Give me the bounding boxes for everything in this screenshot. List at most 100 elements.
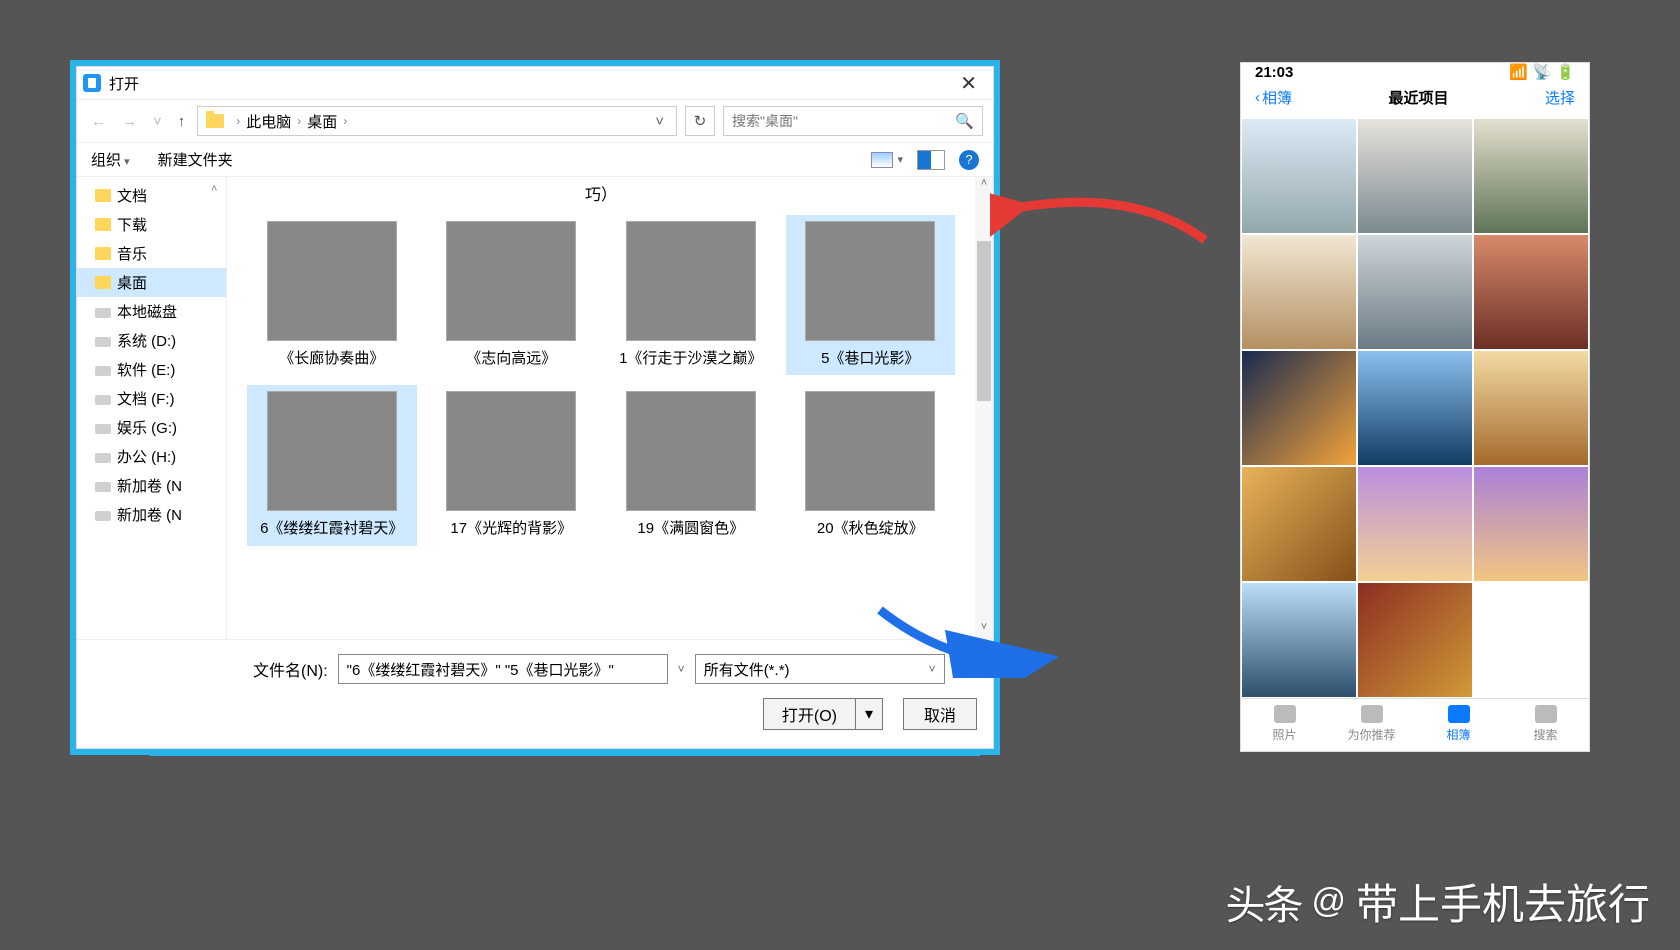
view-mode-button[interactable]: ▾ bbox=[871, 152, 903, 168]
file-item[interactable]: 17《光辉的背影》 bbox=[427, 385, 597, 545]
open-button-dropdown[interactable]: ▾ bbox=[856, 704, 882, 724]
preview-pane-toggle[interactable] bbox=[917, 150, 945, 170]
photo-cell[interactable] bbox=[1473, 234, 1589, 350]
tab-照片[interactable]: 照片 bbox=[1241, 699, 1328, 747]
search-input[interactable] bbox=[732, 113, 955, 129]
filename-input[interactable] bbox=[338, 654, 668, 684]
chevron-right-icon: › bbox=[291, 114, 307, 128]
tab-为你推荐[interactable]: 为你推荐 bbox=[1328, 699, 1415, 747]
help-button[interactable]: ? bbox=[959, 150, 979, 170]
photo-cell[interactable] bbox=[1241, 466, 1357, 582]
chevron-left-icon: ‹ bbox=[1255, 89, 1260, 106]
file-item[interactable]: 19《满圆窗色》 bbox=[606, 385, 776, 545]
back-button[interactable]: ‹ 相簿 bbox=[1255, 87, 1292, 108]
sidebar-item[interactable]: 系统 (D:) bbox=[77, 326, 226, 355]
phone-photos-app: 21:03 📶 📡 🔋 ‹ 相簿 最近项目 选择 照片为你推荐相簿搜索 bbox=[1240, 62, 1590, 752]
file-item[interactable]: 《志向高远》 bbox=[427, 215, 597, 375]
sidebar-item-label: 新加卷 (N bbox=[117, 504, 182, 525]
sidebar-scroll-up[interactable]: ˄ bbox=[211, 183, 225, 195]
file-label: 《长廊协奏曲》 bbox=[279, 349, 384, 369]
photo-cell[interactable] bbox=[1473, 350, 1589, 466]
sidebar-item-label: 文档 (F:) bbox=[117, 388, 175, 409]
file-item[interactable]: 6《缕缕红霞衬碧天》 bbox=[247, 385, 417, 545]
sidebar-item-label: 桌面 bbox=[117, 272, 147, 293]
sidebar-item[interactable]: 本地磁盘 bbox=[77, 297, 226, 326]
photo-cell[interactable] bbox=[1357, 234, 1473, 350]
file-thumbnail bbox=[805, 221, 935, 341]
tab-搜索[interactable]: 搜索 bbox=[1502, 699, 1589, 747]
battery-icon: 🔋 bbox=[1556, 63, 1575, 81]
sidebar-item[interactable]: 新加卷 (N bbox=[77, 471, 226, 500]
tab-label: 照片 bbox=[1272, 726, 1296, 743]
file-label: 17《光辉的背影》 bbox=[450, 519, 572, 539]
photo-cell[interactable] bbox=[1357, 466, 1473, 582]
sidebar-item[interactable]: 新加卷 (N bbox=[77, 500, 226, 529]
file-item[interactable]: 5《巷口光影》 bbox=[786, 215, 956, 375]
select-button[interactable]: 选择 bbox=[1545, 87, 1575, 108]
nav-up-button[interactable]: ↑ bbox=[174, 113, 190, 130]
new-folder-button[interactable]: 新建文件夹 bbox=[158, 149, 233, 170]
photo-cell[interactable] bbox=[1473, 118, 1589, 234]
photo-cell[interactable] bbox=[1473, 466, 1589, 582]
nav-back-button[interactable]: ← bbox=[87, 113, 110, 130]
tab-bar: 照片 为你推荐 相簿 搜索 bbox=[1241, 698, 1589, 747]
sidebar-item[interactable]: 软件 (E:) bbox=[77, 355, 226, 384]
refresh-button[interactable]: ↻ bbox=[685, 106, 715, 136]
sidebar-item[interactable]: 文档 bbox=[77, 181, 226, 210]
sidebar-item-label: 系统 (D:) bbox=[117, 330, 176, 351]
status-time: 21:03 bbox=[1255, 64, 1293, 81]
breadcrumb-root[interactable]: 此电脑 bbox=[246, 111, 291, 132]
photo-cell[interactable] bbox=[1357, 350, 1473, 466]
file-item[interactable]: 20《秋色绽放》 bbox=[786, 385, 956, 545]
photo-cell[interactable] bbox=[1241, 118, 1357, 234]
disk-icon bbox=[95, 424, 111, 434]
nav-recent-dropdown[interactable]: ˅ bbox=[149, 113, 166, 130]
sidebar-item-label: 文档 bbox=[117, 185, 147, 206]
sidebar-item[interactable]: 音乐 bbox=[77, 239, 226, 268]
photo-cell[interactable] bbox=[1241, 582, 1357, 698]
disk-icon bbox=[95, 337, 111, 347]
open-button[interactable]: 打开(O) ▾ bbox=[763, 698, 883, 730]
filename-label: 文件名(N): bbox=[253, 657, 328, 681]
file-grid[interactable]: 《长廊协奏曲》 《志向高远》 1《行走于沙漠之巅》5《巷口光影》 6《缕缕红霞衬碧天》… bbox=[227, 215, 975, 639]
sidebar-item[interactable]: 文档 (F:) bbox=[77, 384, 226, 413]
cancel-button[interactable]: 取消 bbox=[903, 698, 977, 730]
file-label: 19《满圆窗色》 bbox=[637, 519, 744, 539]
photo-grid[interactable] bbox=[1241, 118, 1589, 698]
disk-icon bbox=[95, 308, 111, 318]
filetype-value: 所有文件(*.*) bbox=[704, 659, 790, 680]
watermark: 头条 @ 带上手机去旅行 bbox=[1225, 871, 1650, 932]
breadcrumb[interactable]: › 此电脑 › 桌面 › ˅ bbox=[197, 106, 677, 136]
file-item[interactable]: 1《行走于沙漠之巅》 bbox=[606, 215, 776, 375]
search-box[interactable]: 🔍 bbox=[723, 106, 983, 136]
sidebar-tree[interactable]: 文档下载音乐桌面本地磁盘系统 (D:) 软件 (E:) 文档 (F:) 娱乐 (G:)… bbox=[77, 177, 227, 639]
photo-cell[interactable] bbox=[1241, 234, 1357, 350]
annotation-arrow-red bbox=[990, 180, 1220, 250]
file-thumbnail bbox=[805, 391, 935, 511]
chevron-right-icon: › bbox=[230, 114, 246, 128]
photo-cell[interactable] bbox=[1357, 582, 1473, 698]
scroll-handle[interactable] bbox=[977, 241, 991, 401]
tab-label: 为你推荐 bbox=[1347, 726, 1395, 743]
file-thumbnail bbox=[626, 391, 756, 511]
sidebar-item-label: 下载 bbox=[117, 214, 147, 235]
tab-icon bbox=[1361, 705, 1383, 723]
breadcrumb-current[interactable]: 桌面 bbox=[307, 111, 337, 132]
sidebar-item[interactable]: 娱乐 (G:) bbox=[77, 413, 226, 442]
signal-icon: 📶 bbox=[1509, 63, 1528, 81]
sidebar-item[interactable]: 下载 bbox=[77, 210, 226, 239]
file-item[interactable]: 《长廊协奏曲》 bbox=[247, 215, 417, 375]
sidebar-item[interactable]: 办公 (H:) bbox=[77, 442, 226, 471]
close-button[interactable]: ✕ bbox=[950, 71, 987, 96]
sidebar-item[interactable]: 桌面 bbox=[77, 268, 226, 297]
tab-icon bbox=[1448, 705, 1470, 723]
photo-cell[interactable] bbox=[1241, 350, 1357, 466]
breadcrumb-dropdown[interactable]: ˅ bbox=[647, 113, 672, 130]
disk-icon bbox=[95, 511, 111, 521]
tab-label: 相簿 bbox=[1446, 726, 1470, 743]
organize-menu[interactable]: 组织 bbox=[91, 149, 130, 170]
tab-相簿[interactable]: 相簿 bbox=[1415, 699, 1502, 747]
sidebar-item-label: 办公 (H:) bbox=[117, 446, 176, 467]
photo-cell[interactable] bbox=[1357, 118, 1473, 234]
file-label: 《志向高远》 bbox=[466, 349, 556, 369]
